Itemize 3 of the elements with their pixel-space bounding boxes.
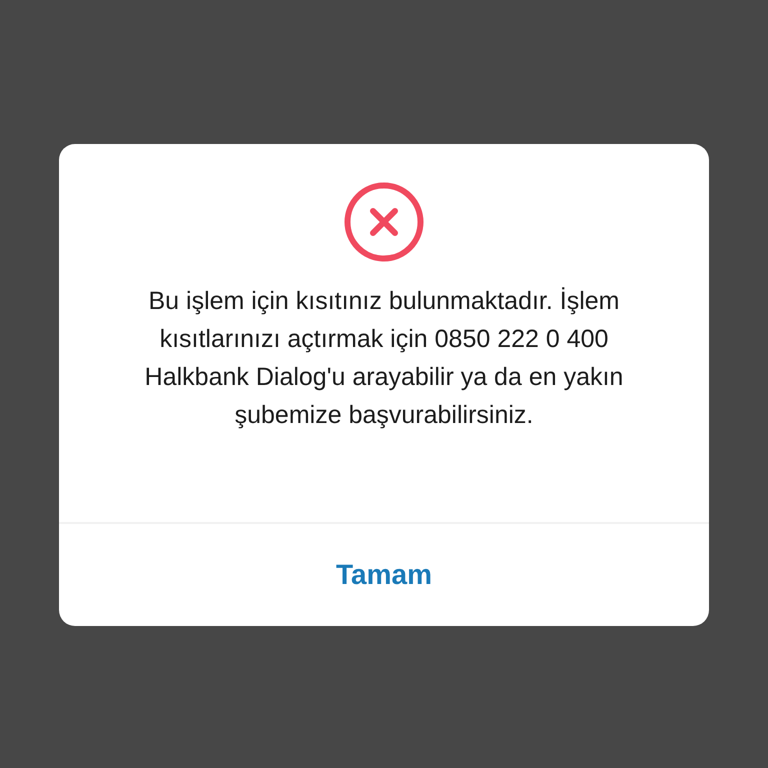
error-message: Bu işlem için kısıtınız bulunmaktadır. İşlem kısıtlarınızı açtırmak için 0850 222 0 400 Halkbank Dialog'u arayabilir ya da en yakın şubemize başvurabilirsiniz. <box>144 286 624 431</box>
ok-button[interactable]: Tamam <box>320 553 448 597</box>
error-icon <box>344 182 424 262</box>
